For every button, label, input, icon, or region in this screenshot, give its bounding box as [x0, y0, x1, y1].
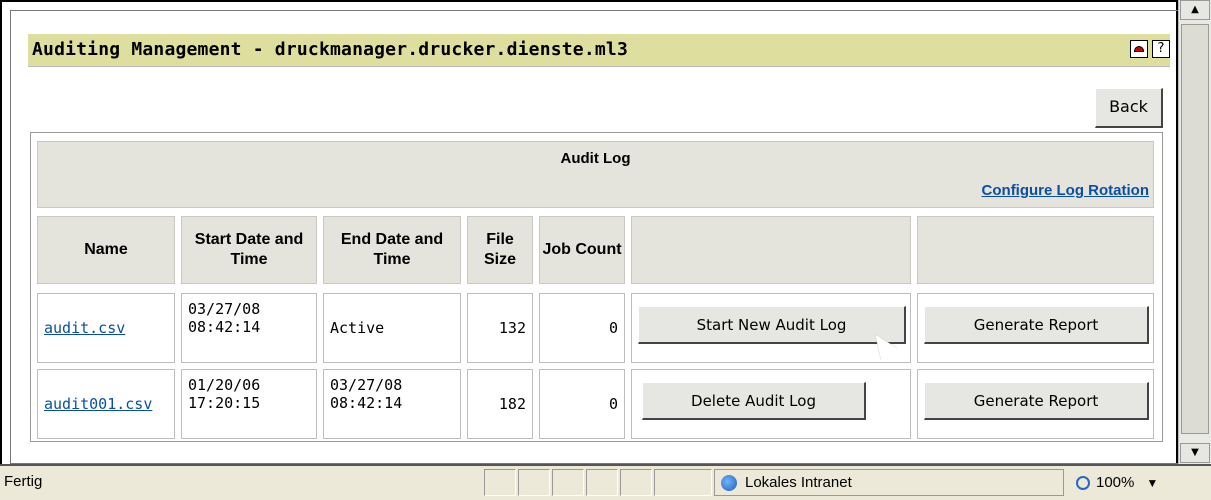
action-cell: Start New Audit Log — [631, 293, 911, 363]
security-zone[interactable]: Lokales Intranet — [714, 469, 1064, 496]
start-datetime: 01/20/06 17:20:15 — [181, 369, 317, 439]
status-pane — [552, 469, 584, 496]
column-header-report — [917, 216, 1154, 284]
zoom-value: 100% — [1096, 474, 1135, 491]
column-header-job-count: Job Count — [539, 216, 625, 284]
status-text: Fertig — [4, 473, 43, 490]
help-icon[interactable]: ? — [1152, 40, 1170, 58]
job-count: 0 — [539, 369, 625, 439]
audit-log-header: Audit Log Configure Log Rotation — [37, 141, 1154, 208]
end-datetime: 03/27/08 08:42:14 — [323, 369, 461, 439]
browser-frame: Auditing Management - druckmanager.druck… — [0, 0, 1181, 464]
file-size-value: 132 — [498, 319, 526, 337]
end-time: 08:42:14 — [330, 394, 403, 412]
file-size: 132 — [467, 293, 533, 363]
end-status: Active — [330, 319, 385, 337]
title-bar: Auditing Management - druckmanager.druck… — [28, 34, 1170, 67]
table-row: audit.csv — [37, 293, 175, 363]
zone-label: Lokales Intranet — [745, 474, 852, 491]
zoom-control[interactable]: 100% ▼ — [1064, 469, 1211, 496]
column-header-action — [631, 216, 911, 284]
vertical-scrollbar[interactable]: ▲ ▼ — [1178, 0, 1211, 464]
report-cell: Generate Report — [917, 369, 1154, 439]
globe-icon — [721, 474, 737, 491]
start-time: 08:42:14 — [188, 318, 261, 336]
table-row: audit001.csv — [37, 369, 175, 439]
audit-table: Audit Log Configure Log Rotation Name St… — [30, 132, 1163, 442]
status-pane — [586, 469, 618, 496]
audit-log-title: Audit Log — [560, 150, 631, 167]
file-size-value: 182 — [498, 395, 526, 413]
end-datetime: Active — [323, 293, 461, 363]
job-count: 0 — [539, 293, 625, 363]
status-pane — [484, 469, 516, 496]
job-count-value: 0 — [608, 395, 618, 413]
status-pane — [654, 469, 712, 496]
status-pane — [620, 469, 652, 496]
generate-report-button[interactable]: Generate Report — [924, 306, 1149, 344]
start-date: 01/20/06 — [188, 376, 261, 394]
delete-audit-log-button[interactable]: Delete Audit Log — [642, 382, 866, 420]
column-header-size: File Size — [467, 216, 533, 284]
scrollbar-thumb[interactable] — [1181, 24, 1209, 434]
generate-report-button[interactable]: Generate Report — [924, 382, 1149, 420]
column-header-end: End Date and Time — [323, 216, 461, 284]
page-title: Auditing Management - druckmanager.druck… — [32, 39, 628, 60]
scroll-down-icon[interactable]: ▼ — [1180, 443, 1210, 463]
job-count-value: 0 — [608, 319, 618, 337]
magnifier-icon — [1076, 475, 1090, 490]
column-header-name: Name — [37, 216, 175, 284]
audit-file-link[interactable]: audit001.csv — [44, 395, 152, 413]
scroll-up-icon[interactable]: ▲ — [1180, 0, 1210, 20]
status-pane — [518, 469, 550, 496]
back-button[interactable]: Back — [1095, 88, 1163, 128]
status-bar: Fertig Lokales Intranet 100% ▼ — [0, 464, 1211, 500]
report-cell: Generate Report — [917, 293, 1154, 363]
start-datetime: 03/27/08 08:42:14 — [181, 293, 317, 363]
column-header-start: Start Date and Time — [181, 216, 317, 284]
action-cell: Delete Audit Log — [631, 369, 911, 439]
file-size: 182 — [467, 369, 533, 439]
end-date: 03/27/08 — [330, 376, 403, 394]
start-time: 17:20:15 — [188, 394, 261, 412]
chevron-down-icon[interactable]: ▼ — [1146, 476, 1158, 490]
start-date: 03/27/08 — [188, 300, 261, 318]
printer-icon[interactable] — [1130, 40, 1148, 58]
audit-file-link[interactable]: audit.csv — [44, 319, 125, 337]
start-new-audit-log-button[interactable]: Start New Audit Log — [638, 306, 906, 344]
configure-log-rotation-link[interactable]: Configure Log Rotation — [982, 182, 1149, 199]
